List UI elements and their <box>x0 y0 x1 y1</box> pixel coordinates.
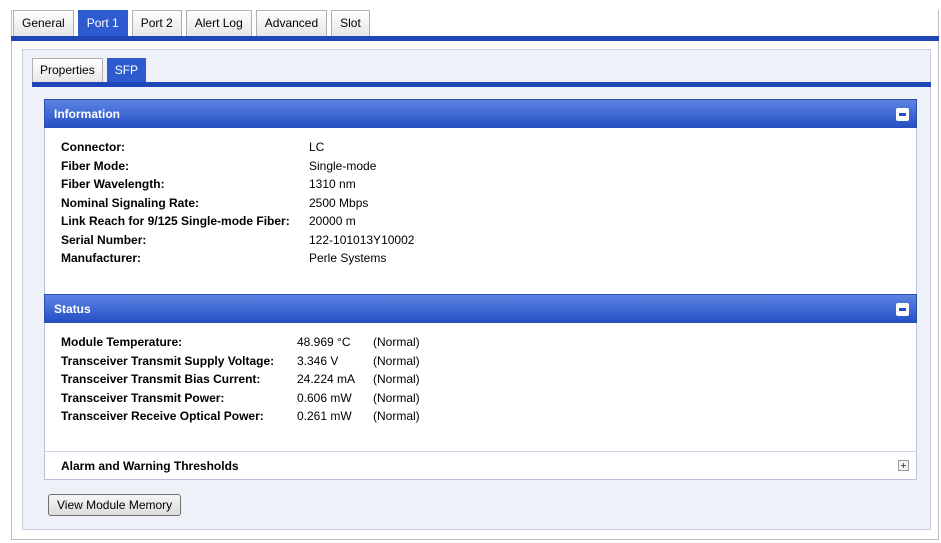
inner-tab-bar: Properties SFP <box>32 58 150 82</box>
collapse-icon[interactable] <box>896 108 909 121</box>
info-value: 20000 m <box>309 214 356 228</box>
status-value: 0.606 mW <box>297 390 352 405</box>
status-state: (Normal) <box>373 353 420 368</box>
tab-sfp[interactable]: SFP <box>106 58 147 82</box>
top-tab-underline <box>11 36 939 41</box>
info-label: Fiber Mode: <box>61 158 129 173</box>
info-value: LC <box>309 140 325 154</box>
status-state: (Normal) <box>373 390 420 405</box>
tab-port-1[interactable]: Port 1 <box>77 10 128 36</box>
tab-properties[interactable]: Properties <box>32 58 103 82</box>
status-label: Transceiver Transmit Supply Voltage: <box>61 353 275 368</box>
view-module-memory-button[interactable]: View Module Memory <box>48 494 182 516</box>
status-state: (Normal) <box>373 335 420 349</box>
info-label: Connector: <box>61 140 125 154</box>
tab-slot[interactable]: Slot <box>331 10 370 36</box>
alarm-thresholds-title: Alarm and Warning Thresholds <box>61 459 239 473</box>
expand-icon[interactable] <box>898 460 909 471</box>
info-value: 2500 Mbps <box>309 195 369 210</box>
status-state: (Normal) <box>373 409 420 423</box>
tab-general[interactable]: General <box>13 10 74 36</box>
info-label: Link Reach for 9/125 Single-mode Fiber: <box>61 214 290 228</box>
status-label: Transceiver Transmit Power: <box>61 390 225 405</box>
info-label: Manufacturer: <box>61 251 142 265</box>
info-row-link-reach: Link Reach for 9/125 Single-mode Fiber: … <box>61 212 916 231</box>
status-label: Module Temperature: <box>61 335 183 349</box>
info-row-serial-number: Serial Number: 122-101013Y10002 <box>61 231 916 250</box>
tab-advanced[interactable]: Advanced <box>255 10 328 36</box>
info-value: Perle Systems <box>309 251 387 265</box>
info-value: 1310 nm <box>309 177 356 191</box>
info-label: Nominal Signaling Rate: <box>61 195 200 210</box>
status-row-module-temperature: Module Temperature: 48.969 °C (Normal) <box>61 333 916 352</box>
info-row-fiber-mode: Fiber Mode: Single-mode <box>61 157 916 176</box>
status-value: 3.346 V <box>297 353 339 368</box>
info-row-fiber-wavelength: Fiber Wavelength: 1310 nm <box>61 175 916 194</box>
info-row-connector: Connector: LC <box>61 138 916 157</box>
info-row-manufacturer: Manufacturer: Perle Systems <box>61 249 916 268</box>
status-row-supply-voltage: Transceiver Transmit Supply Voltage: 3.3… <box>61 352 916 371</box>
collapse-icon[interactable] <box>896 303 909 316</box>
status-state: (Normal) <box>373 372 420 386</box>
status-body: Module Temperature: 48.969 °C (Normal) T… <box>44 323 917 451</box>
tab-alert-log[interactable]: Alert Log <box>185 10 252 36</box>
status-label: Transceiver Receive Optical Power: <box>61 409 264 423</box>
status-value: 24.224 mA <box>297 372 356 386</box>
status-row-bias-current: Transceiver Transmit Bias Current: 24.22… <box>61 370 916 389</box>
status-row-receive-power: Transceiver Receive Optical Power: 0.261… <box>61 407 916 426</box>
status-header[interactable]: Status <box>44 294 917 323</box>
info-row-signaling-rate: Nominal Signaling Rate: 2500 Mbps <box>61 194 916 213</box>
status-row-transmit-power: Transceiver Transmit Power: 0.606 mW (No… <box>61 389 916 408</box>
alarm-thresholds-header[interactable]: Alarm and Warning Thresholds <box>44 451 917 480</box>
information-body: Connector: LC Fiber Mode: Single-mode Fi… <box>44 128 917 294</box>
inner-tab-underline <box>32 82 931 87</box>
status-value: 0.261 mW <box>297 409 352 423</box>
sfp-panel: Information Connector: LC Fiber Mode: Si… <box>44 99 917 480</box>
status-title: Status <box>54 302 91 316</box>
information-header[interactable]: Information <box>44 99 917 128</box>
status-value: 48.969 °C <box>297 335 351 349</box>
tab-port-2[interactable]: Port 2 <box>131 10 182 36</box>
information-title: Information <box>54 107 120 121</box>
info-value: Single-mode <box>309 158 377 173</box>
status-label: Transceiver Transmit Bias Current: <box>61 372 261 386</box>
info-label: Serial Number: <box>61 232 147 247</box>
top-tab-bar: General Port 1 Port 2 Alert Log Advanced… <box>11 10 374 36</box>
info-value: 122-101013Y10002 <box>309 232 415 247</box>
info-label: Fiber Wavelength: <box>61 177 165 191</box>
